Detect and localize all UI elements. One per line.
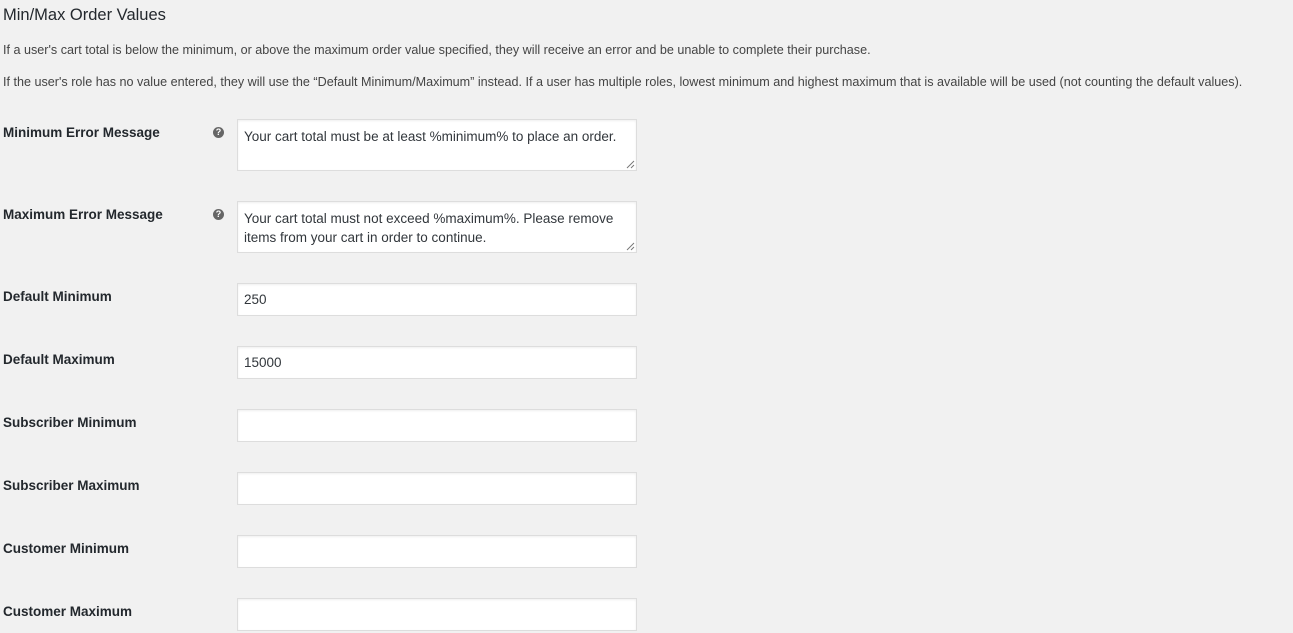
help-icon[interactable]: ? [213,209,224,220]
subscriber-minimum-label: Subscriber Minimum [3,415,137,430]
max-error-textarea[interactable]: Your cart total must not exceed %maximum… [237,201,637,253]
min-error-label: Minimum Error Message [3,125,160,140]
subscriber-maximum-input[interactable] [237,472,637,505]
resize-handle-icon[interactable] [626,242,635,251]
default-minimum-input[interactable]: 250 [237,283,637,316]
min-error-textarea[interactable]: Your cart total must be at least %minimu… [237,119,637,171]
subscriber-minimum-input[interactable] [237,409,637,442]
default-maximum-label: Default Maximum [3,352,115,367]
customer-minimum-label: Customer Minimum [3,541,130,556]
settings-section: Min/Max Order Values If a user's cart to… [0,0,1293,633]
max-error-value: Your cart total must not exceed %maximum… [244,211,614,245]
customer-minimum-input[interactable] [237,535,637,568]
customer-maximum-label: Customer Maximum [3,604,133,619]
section-title: Min/Max Order Values [3,6,166,24]
default-maximum-input[interactable]: 15000 [237,346,637,379]
help-icon[interactable]: ? [213,127,224,138]
customer-maximum-input[interactable] [237,598,637,631]
subscriber-maximum-label: Subscriber Maximum [3,478,140,493]
section-description-1: If a user's cart total is below the mini… [3,43,871,57]
min-error-value: Your cart total must be at least %minimu… [244,129,617,144]
section-description-2: If the user's role has no value entered,… [3,75,1243,89]
max-error-label: Maximum Error Message [3,207,163,222]
resize-handle-icon[interactable] [626,160,635,169]
default-minimum-label: Default Minimum [3,289,112,304]
